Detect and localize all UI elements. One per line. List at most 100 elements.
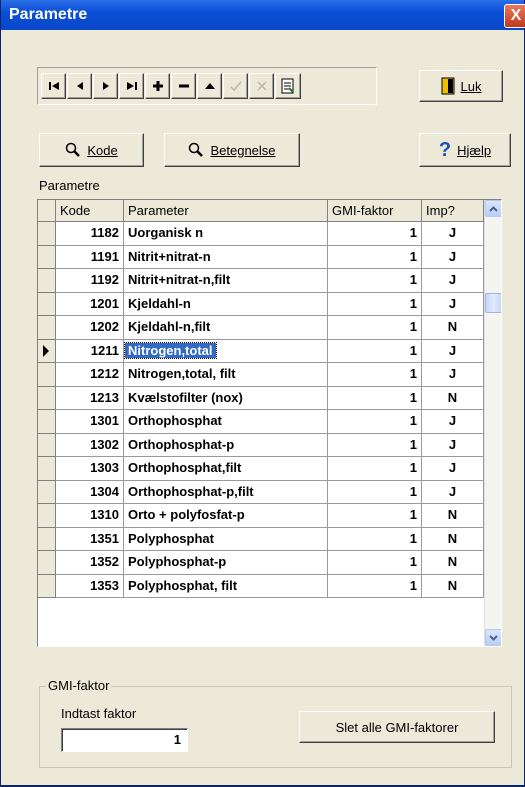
cell-kode[interactable]: 1191 <box>56 245 124 269</box>
cell-gmi-faktor[interactable]: 1 <box>328 386 422 410</box>
table-row[interactable]: 1301 Orthophosphat 1 J <box>38 410 484 434</box>
cell-imp[interactable]: J <box>422 245 484 269</box>
cell-gmi-faktor[interactable]: 1 <box>328 269 422 293</box>
cell-kode[interactable]: 1352 <box>56 551 124 575</box>
first-record-button[interactable] <box>41 73 66 99</box>
insert-record-button[interactable] <box>145 73 170 99</box>
cell-imp[interactable]: J <box>422 339 484 363</box>
edit-record-button[interactable] <box>197 73 222 99</box>
cell-gmi-faktor[interactable]: 1 <box>328 433 422 457</box>
title-bar[interactable]: Parametre X <box>1 0 525 30</box>
table-row[interactable]: 1202 Kjeldahl-n,filt 1 N <box>38 316 484 340</box>
cell-imp[interactable]: J <box>422 480 484 504</box>
row-indicator[interactable] <box>38 433 56 457</box>
cell-imp[interactable]: N <box>422 551 484 575</box>
post-record-button[interactable] <box>223 73 248 99</box>
delete-record-button[interactable] <box>171 73 196 99</box>
kode-search-button[interactable]: Kode <box>39 133 144 167</box>
cell-gmi-faktor[interactable]: 1 <box>328 480 422 504</box>
cell-parameter[interactable]: Nitrit+nitrat-n <box>124 245 328 269</box>
table-row[interactable]: 1303 Orthophosphat,filt 1 J <box>38 457 484 481</box>
cell-imp[interactable]: J <box>422 433 484 457</box>
last-record-button[interactable] <box>119 73 144 99</box>
cell-kode[interactable]: 1301 <box>56 410 124 434</box>
row-indicator[interactable] <box>38 269 56 293</box>
cell-imp[interactable]: J <box>422 292 484 316</box>
cell-gmi-faktor[interactable]: 1 <box>328 574 422 598</box>
cell-kode[interactable]: 1353 <box>56 574 124 598</box>
cell-gmi-faktor[interactable]: 1 <box>328 504 422 528</box>
table-row[interactable]: 1213 Kvælstofilter (nox) 1 N <box>38 386 484 410</box>
cell-parameter[interactable]: Kvælstofilter (nox) <box>124 386 328 410</box>
scroll-down-button[interactable] <box>485 629 501 646</box>
cell-gmi-faktor[interactable]: 1 <box>328 410 422 434</box>
cell-imp[interactable]: N <box>422 386 484 410</box>
cell-parameter[interactable]: Nitrogen,total <box>124 339 328 363</box>
row-indicator[interactable] <box>38 480 56 504</box>
cell-kode[interactable]: 1201 <box>56 292 124 316</box>
column-header-kode[interactable]: Kode <box>56 200 124 222</box>
hjaelp-button[interactable]: ? Hjælp <box>419 133 511 167</box>
column-header-gmi-faktor[interactable]: GMI-faktor <box>328 200 422 222</box>
row-indicator[interactable] <box>38 457 56 481</box>
row-indicator[interactable] <box>38 316 56 340</box>
cell-kode[interactable]: 1192 <box>56 269 124 293</box>
row-indicator[interactable] <box>38 222 56 246</box>
faktor-input[interactable]: 1 <box>61 728 188 752</box>
cell-imp[interactable]: N <box>422 527 484 551</box>
vertical-scrollbar[interactable] <box>484 200 501 646</box>
cell-kode[interactable]: 1310 <box>56 504 124 528</box>
cell-imp[interactable]: J <box>422 269 484 293</box>
row-indicator[interactable] <box>38 245 56 269</box>
next-record-button[interactable] <box>93 73 118 99</box>
table-row[interactable]: 1192 Nitrit+nitrat-n,filt 1 J <box>38 269 484 293</box>
cell-kode[interactable]: 1212 <box>56 363 124 387</box>
cell-parameter[interactable]: Polyphosphat, filt <box>124 574 328 598</box>
cell-parameter[interactable]: Orthophosphat <box>124 410 328 434</box>
row-indicator[interactable] <box>38 339 56 363</box>
row-indicator[interactable] <box>38 386 56 410</box>
cell-parameter[interactable]: Polyphosphat-p <box>124 551 328 575</box>
table-row[interactable]: 1353 Polyphosphat, filt 1 N <box>38 574 484 598</box>
cell-parameter[interactable]: Nitrogen,total, filt <box>124 363 328 387</box>
table-row[interactable]: 1211 Nitrogen,total 1 J <box>38 339 484 363</box>
table-row[interactable]: 1310 Orto + polyfosfat-p 1 N <box>38 504 484 528</box>
cell-kode[interactable]: 1351 <box>56 527 124 551</box>
row-indicator[interactable] <box>38 551 56 575</box>
cell-imp[interactable]: N <box>422 316 484 340</box>
close-window-button[interactable]: X <box>504 4 525 28</box>
cell-gmi-faktor[interactable]: 1 <box>328 316 422 340</box>
column-header-parameter[interactable]: Parameter <box>124 200 328 222</box>
cell-imp[interactable]: J <box>422 222 484 246</box>
slet-alle-gmi-faktorer-button[interactable]: Slet alle GMI-faktorer <box>299 711 495 743</box>
cell-kode[interactable]: 1302 <box>56 433 124 457</box>
table-row[interactable]: 1352 Polyphosphat-p 1 N <box>38 551 484 575</box>
row-indicator[interactable] <box>38 574 56 598</box>
cell-gmi-faktor[interactable]: 1 <box>328 551 422 575</box>
cell-kode[interactable]: 1304 <box>56 480 124 504</box>
cell-imp[interactable]: J <box>422 363 484 387</box>
cell-gmi-faktor[interactable]: 1 <box>328 363 422 387</box>
scroll-thumb[interactable] <box>485 293 501 313</box>
table-row[interactable]: 1191 Nitrit+nitrat-n 1 J <box>38 245 484 269</box>
table-row[interactable]: 1201 Kjeldahl-n 1 J <box>38 292 484 316</box>
row-indicator[interactable] <box>38 527 56 551</box>
table-row[interactable]: 1302 Orthophosphat-p 1 J <box>38 433 484 457</box>
cell-parameter[interactable]: Orthophosphat-p <box>124 433 328 457</box>
row-indicator[interactable] <box>38 363 56 387</box>
row-indicator[interactable] <box>38 410 56 434</box>
cell-imp[interactable]: J <box>422 457 484 481</box>
cell-gmi-faktor[interactable]: 1 <box>328 292 422 316</box>
cell-kode[interactable]: 1303 <box>56 457 124 481</box>
cell-kode[interactable]: 1182 <box>56 222 124 246</box>
row-indicator[interactable] <box>38 292 56 316</box>
cell-gmi-faktor[interactable]: 1 <box>328 527 422 551</box>
cell-parameter[interactable]: Orthophosphat-p,filt <box>124 480 328 504</box>
refresh-record-button[interactable] <box>275 73 301 99</box>
row-indicator[interactable] <box>38 504 56 528</box>
cell-parameter[interactable]: Uorganisk n <box>124 222 328 246</box>
cell-imp[interactable]: N <box>422 574 484 598</box>
cell-gmi-faktor[interactable]: 1 <box>328 339 422 363</box>
cell-gmi-faktor[interactable]: 1 <box>328 222 422 246</box>
prior-record-button[interactable] <box>67 73 92 99</box>
